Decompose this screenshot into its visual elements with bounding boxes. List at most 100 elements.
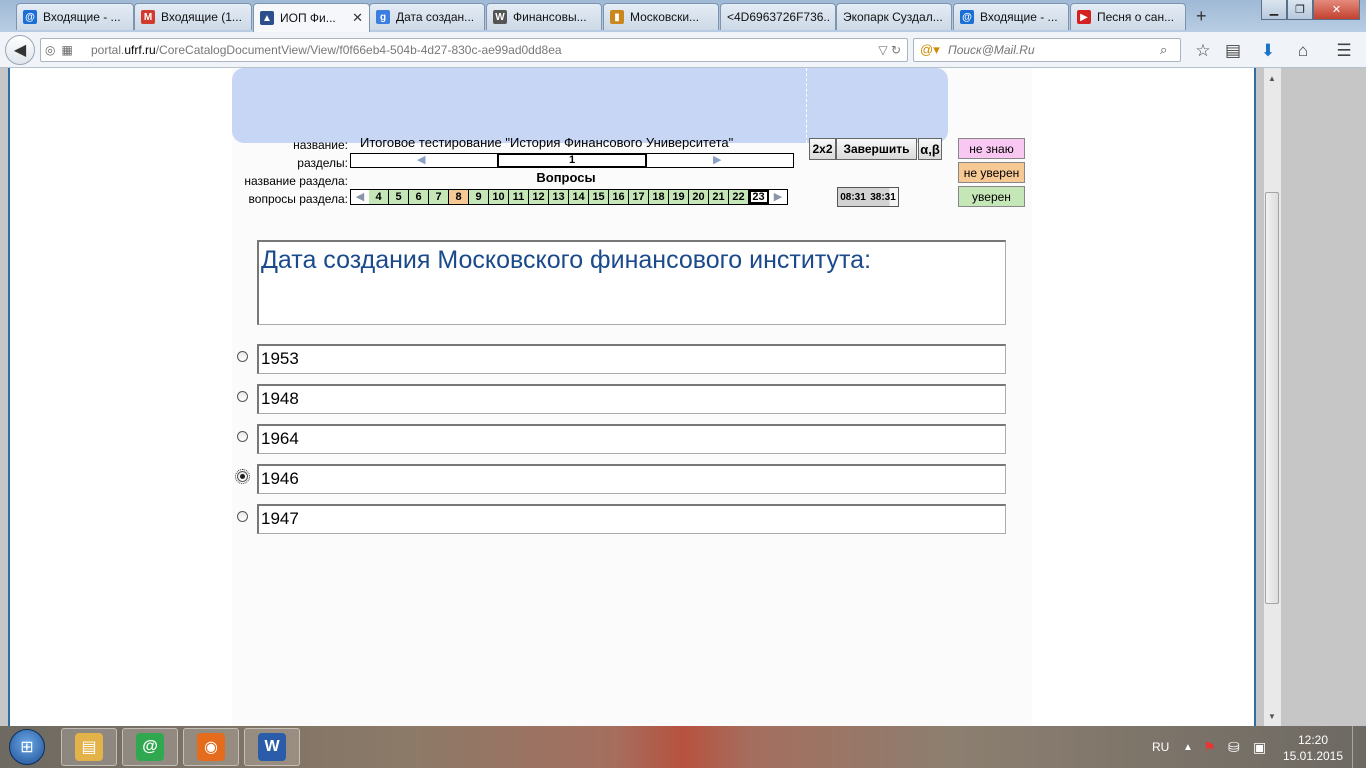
dont-know-button[interactable]: не знаю: [958, 138, 1025, 159]
downloads-icon[interactable]: ⬇: [1257, 40, 1279, 62]
question-number-button[interactable]: 4: [369, 190, 389, 204]
taskbar-app-button[interactable]: @: [122, 728, 178, 766]
minimize-button[interactable]: ▁: [1261, 0, 1287, 20]
answer-radio[interactable]: [237, 351, 248, 362]
question-number-button[interactable]: 17: [629, 190, 649, 204]
tab[interactable]: ▶ Песня о сан...: [1070, 3, 1186, 30]
question-number-button[interactable]: 5: [389, 190, 409, 204]
tab[interactable]: Экопарк Суздал...: [836, 3, 952, 30]
tab[interactable]: ▮ Московски...: [603, 3, 719, 30]
navigation-bar: ◀ ◎ ▦ portal.ufrf.ru/CoreCatalogDocument…: [0, 32, 1366, 68]
answer-option[interactable]: 1947: [232, 504, 1012, 536]
answer-text[interactable]: 1953: [257, 344, 1006, 374]
new-tab-button[interactable]: +: [1196, 6, 1207, 27]
question-number-button[interactable]: 18: [649, 190, 669, 204]
url-bar[interactable]: ◎ ▦ portal.ufrf.ru/CoreCatalogDocumentVi…: [40, 38, 908, 62]
answer-radio[interactable]: [237, 391, 248, 402]
timer-total: 38:31: [870, 191, 896, 203]
answer-option[interactable]: 1953: [232, 344, 1012, 376]
menu-icon[interactable]: ☰: [1333, 40, 1355, 62]
tab[interactable]: ▲ ИОП Фи... ✕: [253, 3, 370, 32]
question-number-button[interactable]: 13: [549, 190, 569, 204]
question-number-button[interactable]: 9: [469, 190, 489, 204]
scroll-up-icon[interactable]: ▲: [1268, 74, 1276, 83]
tab[interactable]: @ Входящие - ...: [16, 3, 134, 30]
question-number-button[interactable]: 8: [449, 190, 469, 204]
alpha-beta-button[interactable]: α,β: [918, 138, 942, 160]
scroll-down-icon[interactable]: ▼: [1268, 712, 1276, 721]
question-number-button[interactable]: 14: [569, 190, 589, 204]
question-number-button[interactable]: 11: [509, 190, 529, 204]
show-desktop-button[interactable]: [1352, 726, 1366, 768]
close-tab-icon[interactable]: ✕: [352, 10, 363, 26]
gmail-icon: M: [141, 10, 155, 24]
home-icon[interactable]: ⌂: [1292, 40, 1314, 62]
taskbar-app-button[interactable]: ▤: [61, 728, 117, 766]
answer-text[interactable]: 1947: [257, 504, 1006, 534]
taskbar-app-button[interactable]: W: [244, 728, 300, 766]
start-button[interactable]: ⊞: [2, 727, 52, 767]
search-icon[interactable]: ⌕: [1160, 42, 1180, 58]
current-section[interactable]: 1: [497, 153, 647, 168]
search-bar[interactable]: @▾ ⌕: [913, 38, 1181, 62]
scrollbar-thumb[interactable]: [1265, 192, 1279, 604]
question-number-button[interactable]: 15: [589, 190, 609, 204]
tab[interactable]: g Дата создан...: [369, 3, 485, 30]
question-next-icon[interactable]: ▶: [769, 190, 787, 204]
section-prev-icon[interactable]: ◀: [417, 153, 425, 166]
search-input[interactable]: [948, 43, 1160, 57]
answer-text[interactable]: 1946: [257, 464, 1006, 494]
tab[interactable]: @ Входящие - ...: [953, 3, 1069, 30]
tab-label: Дата создан...: [396, 10, 475, 24]
maximize-button[interactable]: ❐: [1287, 0, 1313, 20]
clock[interactable]: 12:20 15.01.2015: [1280, 732, 1346, 764]
question-number-button[interactable]: 23: [749, 190, 769, 204]
finish-button[interactable]: Завершить: [836, 138, 917, 160]
answer-text[interactable]: 1948: [257, 384, 1006, 414]
dropdown-arrow-icon[interactable]: ▽: [878, 43, 887, 57]
question-number-button[interactable]: 20: [689, 190, 709, 204]
taskbar-app-button[interactable]: ◉: [183, 728, 239, 766]
tab[interactable]: M Входящие (1...: [134, 3, 252, 30]
question-number-button[interactable]: 16: [609, 190, 629, 204]
question-number-button[interactable]: 12: [529, 190, 549, 204]
close-window-button[interactable]: ✕: [1313, 0, 1360, 20]
tab[interactable]: W Финансовы...: [486, 3, 602, 30]
search-engine-icon[interactable]: @▾: [914, 42, 948, 58]
page-info-icon[interactable]: ▦: [61, 43, 72, 57]
action-center-icon[interactable]: ⚑: [1203, 726, 1216, 768]
answer-option[interactable]: 1964: [232, 424, 1012, 456]
windows-logo-icon: ⊞: [9, 729, 45, 765]
unsure-button[interactable]: не уверен: [958, 162, 1025, 183]
language-indicator[interactable]: RU: [1152, 726, 1169, 768]
2x2-button[interactable]: 2x2: [809, 138, 836, 160]
section-next-icon[interactable]: ▶: [713, 153, 721, 166]
question-number-button[interactable]: 19: [669, 190, 689, 204]
sure-button[interactable]: уверен: [958, 186, 1025, 207]
tab-label: Входящие - ...: [980, 10, 1058, 24]
question-number-button[interactable]: 10: [489, 190, 509, 204]
back-button[interactable]: ◀: [5, 35, 35, 65]
vertical-scrollbar[interactable]: ▲ ▼: [1264, 68, 1281, 726]
answer-text[interactable]: 1964: [257, 424, 1006, 454]
show-hidden-icons-icon[interactable]: ▲: [1183, 726, 1193, 768]
network-icon[interactable]: ▣: [1253, 726, 1266, 768]
answer-radio[interactable]: [237, 511, 248, 522]
answer-radio[interactable]: [235, 469, 250, 484]
reload-icon[interactable]: ↻: [891, 43, 901, 57]
question-number-button[interactable]: 6: [409, 190, 429, 204]
answer-option[interactable]: 1948: [232, 384, 1012, 416]
answer-radio[interactable]: [237, 431, 248, 442]
question-number-button[interactable]: 21: [709, 190, 729, 204]
bookmark-star-icon[interactable]: ☆: [1192, 40, 1214, 62]
url-text[interactable]: portal.ufrf.ru/CoreCatalogDocumentView/V…: [91, 43, 871, 57]
question-number-button[interactable]: 22: [729, 190, 749, 204]
bookmarks-menu-icon[interactable]: ▤: [1222, 40, 1244, 62]
answer-option[interactable]: 1946: [232, 464, 1012, 496]
usb-icon[interactable]: ⛁: [1228, 726, 1240, 768]
tab[interactable]: <4D6963726F736...: [720, 3, 836, 30]
question-number-button[interactable]: 7: [429, 190, 449, 204]
question-prev-icon[interactable]: ◀: [351, 190, 369, 204]
site-identity-icon[interactable]: ◎: [45, 43, 55, 57]
section-name-label: название раздела:: [244, 174, 348, 188]
